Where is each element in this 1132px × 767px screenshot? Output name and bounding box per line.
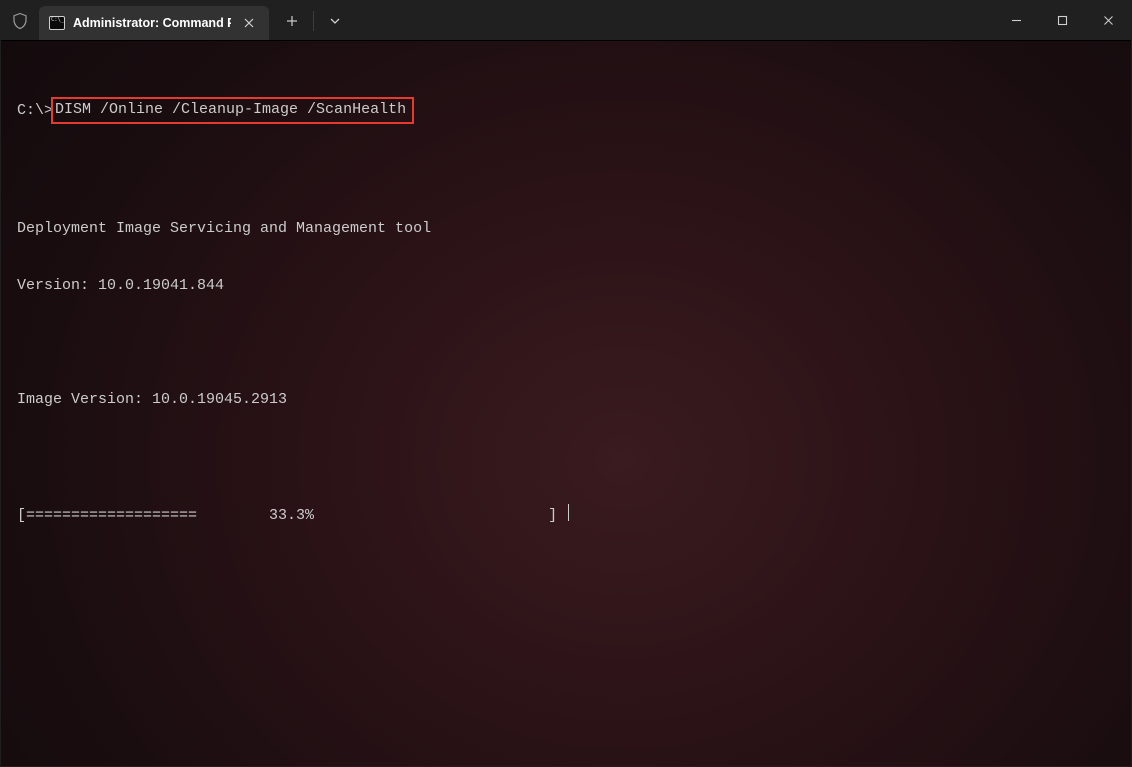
tab-actions bbox=[275, 1, 352, 40]
tab-title: Administrator: Command Prom bbox=[73, 16, 231, 30]
new-tab-button[interactable] bbox=[275, 5, 309, 37]
tab-strip: Administrator: Command Prom bbox=[39, 1, 269, 40]
window-controls bbox=[993, 1, 1131, 40]
maximize-button[interactable] bbox=[1039, 1, 1085, 40]
maximize-icon bbox=[1057, 15, 1068, 26]
progress-text: [=================== 33.3% ] bbox=[17, 507, 566, 524]
progress-line: [=================== 33.3% ] bbox=[17, 504, 1115, 525]
plus-icon bbox=[286, 15, 298, 27]
tab-close-button[interactable] bbox=[239, 13, 259, 33]
prompt: C:\> bbox=[17, 101, 53, 120]
command-highlight: DISM /Online /Cleanup-Image /ScanHealth bbox=[51, 97, 414, 124]
terminal-viewport[interactable]: C:\>DISM /Online /Cleanup-Image /ScanHea… bbox=[1, 41, 1131, 766]
command-text: DISM /Online /Cleanup-Image /ScanHealth bbox=[55, 101, 406, 118]
app-shield-icon bbox=[1, 1, 39, 40]
minimize-icon bbox=[1011, 15, 1022, 26]
tab-dropdown-button[interactable] bbox=[318, 5, 352, 37]
output-version: Version: 10.0.19041.844 bbox=[17, 276, 1115, 295]
minimize-button[interactable] bbox=[993, 1, 1039, 40]
blank-line bbox=[17, 447, 1115, 466]
chevron-down-icon bbox=[330, 18, 340, 24]
tab-action-separator bbox=[313, 11, 314, 31]
output-image-version: Image Version: 10.0.19045.2913 bbox=[17, 390, 1115, 409]
output-tool-name: Deployment Image Servicing and Managemen… bbox=[17, 219, 1115, 238]
close-window-button[interactable] bbox=[1085, 1, 1131, 40]
titlebar-drag-region[interactable] bbox=[352, 1, 993, 40]
titlebar: Administrator: Command Prom bbox=[1, 1, 1131, 41]
close-icon bbox=[1103, 15, 1114, 26]
cursor bbox=[568, 504, 569, 521]
tab-cmd[interactable]: Administrator: Command Prom bbox=[39, 6, 269, 40]
blank-line bbox=[17, 162, 1115, 181]
cmd-icon bbox=[49, 16, 65, 30]
blank-line bbox=[17, 333, 1115, 352]
command-line: C:\>DISM /Online /Cleanup-Image /ScanHea… bbox=[17, 97, 1115, 124]
close-icon bbox=[244, 18, 254, 28]
